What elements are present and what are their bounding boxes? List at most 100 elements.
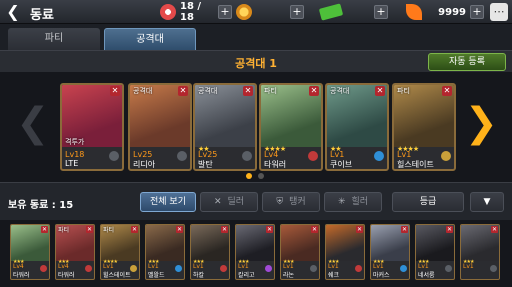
roster-hero-card[interactable]: ✕ ★★★ Lv1 칼리고 xyxy=(235,224,275,280)
remove-icon[interactable]: ✕ xyxy=(442,86,452,96)
squad-member-card[interactable]: 공격대 ✕ ★★ Lv1 쿠이브 xyxy=(325,83,389,171)
roster-hero-card[interactable]: ✕ ★★★ Lv1 하칼 xyxy=(190,224,230,280)
remove-icon[interactable]: ✕ xyxy=(311,226,318,233)
add-cash-button[interactable]: + xyxy=(374,5,388,19)
filter-dealer-button[interactable]: ✕ 딜러 xyxy=(200,192,258,212)
hero-name: 벨왈드 xyxy=(148,272,165,279)
carrot-icon xyxy=(406,4,422,20)
roster-hero-card[interactable]: ✕ ★★★ Lv1 쉐크 xyxy=(325,224,365,280)
squad-header: 공격대 1 자동 등록 xyxy=(0,50,512,72)
element-icon xyxy=(310,265,317,272)
add-gold-button[interactable]: + xyxy=(290,5,304,19)
prev-squad-arrow-icon[interactable]: ❮ xyxy=(16,98,50,148)
element-icon xyxy=(445,265,452,272)
gold-coin-icon xyxy=(236,4,252,20)
heal-icon: ✳ xyxy=(337,197,346,207)
roster-hero-card[interactable]: ✕ ★★★ Lv4 타워러 xyxy=(10,224,50,280)
hero-level: Lv1 xyxy=(103,263,114,270)
hero-level: Lv1 xyxy=(328,263,339,270)
filter-tank-button[interactable]: ⛨ 탱커 xyxy=(262,192,320,212)
remove-icon[interactable]: ✕ xyxy=(41,226,48,233)
shield-icon: ⛨ xyxy=(276,197,284,207)
element-icon xyxy=(130,265,137,272)
next-squad-arrow-icon[interactable]: ❯ xyxy=(464,98,498,148)
remove-icon[interactable]: ✕ xyxy=(131,226,138,233)
squad-member-card[interactable]: 파티 ✕ ★★★★ Lv4 타워러 xyxy=(259,83,323,171)
hero-name: 타워러 xyxy=(264,160,287,169)
remove-icon[interactable]: ✕ xyxy=(375,86,385,96)
roster-hero-card[interactable]: ✕ ★★★ Lv1 벨왈드 xyxy=(145,224,185,280)
add-stamina-button[interactable]: + xyxy=(218,5,232,19)
element-icon xyxy=(175,265,182,272)
roster-list: ✕ ★★★ Lv4 타워러 파티 ✕ ★★★ Lv4 타워러 파티 ✕ ★★★★ Lv1 힐스테이트 ✕ ★★… xyxy=(0,220,512,287)
element-icon xyxy=(220,265,227,272)
back-arrow-icon[interactable]: ❮ xyxy=(4,3,22,21)
remove-icon[interactable]: ✕ xyxy=(356,226,363,233)
page-dot[interactable] xyxy=(246,173,252,179)
chat-icon[interactable]: ⋯ xyxy=(490,3,508,21)
carrot-value: 9999 xyxy=(438,6,466,18)
squad-member-card[interactable]: 공격대 ✕ ★★ Lv25 발탄 xyxy=(193,83,257,171)
remove-icon[interactable]: ✕ xyxy=(401,226,408,233)
hero-level: Lv25 xyxy=(133,150,153,159)
hero-name: 힐스테이트 xyxy=(397,160,434,169)
gold-counter: + xyxy=(236,4,304,20)
roster-hero-card[interactable]: 파티 ✕ ★★★ Lv4 타워러 xyxy=(55,224,95,280)
remove-icon[interactable]: ✕ xyxy=(243,86,253,96)
sort-grade-button[interactable]: 등급 xyxy=(392,192,464,212)
hero-role-label: 파티 xyxy=(397,87,410,95)
element-icon xyxy=(490,265,497,272)
remove-icon[interactable]: ✕ xyxy=(86,226,93,233)
hero-level: Lv25 xyxy=(198,150,218,159)
tab-bar: 파티 공격대 xyxy=(0,24,512,50)
filter-healer-button[interactable]: ✳ 힐러 xyxy=(324,192,382,212)
hero-name: 힐스테이트 xyxy=(103,272,131,279)
remove-icon[interactable]: ✕ xyxy=(221,226,228,233)
hero-name: 네서룸 xyxy=(418,272,435,279)
hero-level: Lv1 xyxy=(238,263,249,270)
hero-name: 발탄 xyxy=(198,160,213,169)
hero-level: Lv4 xyxy=(13,263,24,270)
element-icon xyxy=(40,265,47,272)
roster-hero-card[interactable]: ✕ ★★★ Lv1 xyxy=(460,224,500,280)
roster-hero-card[interactable]: ✕ ★★★ Lv1 마커스 xyxy=(370,224,410,280)
hero-name: LTE xyxy=(65,159,79,168)
remove-icon[interactable]: ✕ xyxy=(176,226,183,233)
squad-member-card[interactable]: 공격대 ✕ Lv25 리디아 xyxy=(128,83,192,171)
roster-hero-card[interactable]: 파티 ✕ ★★★★ Lv1 힐스테이트 xyxy=(100,224,140,280)
auto-register-button[interactable]: 자동 등록 xyxy=(428,53,506,71)
element-icon xyxy=(441,151,451,161)
filter-all-button[interactable]: 전체 보기 xyxy=(140,192,196,212)
hero-name: 라논 xyxy=(283,272,295,279)
remove-icon[interactable]: ✕ xyxy=(178,86,188,96)
squad-member-card[interactable]: ✕ 격투가 Lv18 LTE xyxy=(60,83,124,171)
squad-member-card[interactable]: 파티 ✕ ★★★★ Lv1 힐스테이트 xyxy=(392,83,456,171)
remove-icon[interactable]: ✕ xyxy=(446,226,453,233)
remove-icon[interactable]: ✕ xyxy=(491,226,498,233)
add-carrot-button[interactable]: + xyxy=(470,5,484,19)
filter-tank-label: 탱커 xyxy=(289,197,306,207)
roster-hero-card[interactable]: ✕ ★★★ Lv1 네서룸 xyxy=(415,224,455,280)
hero-name: 칼리고 xyxy=(238,272,255,279)
page-dot[interactable] xyxy=(258,173,264,179)
hero-level: Lv18 xyxy=(65,150,85,159)
hero-name: 타워러 xyxy=(13,272,30,279)
tab-raid[interactable]: 공격대 xyxy=(104,28,196,50)
roster-count: 보유 동료 : 15 xyxy=(8,200,74,211)
cash-counter: + xyxy=(318,3,388,21)
sort-dropdown-icon[interactable]: ▼ xyxy=(470,192,504,212)
remove-icon[interactable]: ✕ xyxy=(266,226,273,233)
hero-level: Lv1 xyxy=(373,263,384,270)
element-icon xyxy=(109,151,119,161)
filter-dealer-label: 딜러 xyxy=(227,197,245,207)
hero-name: 마커스 xyxy=(373,272,390,279)
roster-hero-card[interactable]: ✕ ★★★ Lv1 라논 xyxy=(280,224,320,280)
tab-party[interactable]: 파티 xyxy=(8,28,100,50)
page-title: 동료 xyxy=(30,8,54,23)
remove-icon[interactable]: ✕ xyxy=(309,86,319,96)
top-bar: ❮ 동료 18 / 18 + + + 9999 + ⋯ xyxy=(0,0,512,24)
hero-name: 하칼 xyxy=(193,272,205,279)
roster-header: 보유 동료 : 15 전체 보기 ✕ 딜러 ⛨ 탱커 ✳ 힐러 등급 ▼ xyxy=(0,182,512,220)
remove-icon[interactable]: ✕ xyxy=(110,86,120,96)
hero-level: Lv1 xyxy=(330,150,345,159)
